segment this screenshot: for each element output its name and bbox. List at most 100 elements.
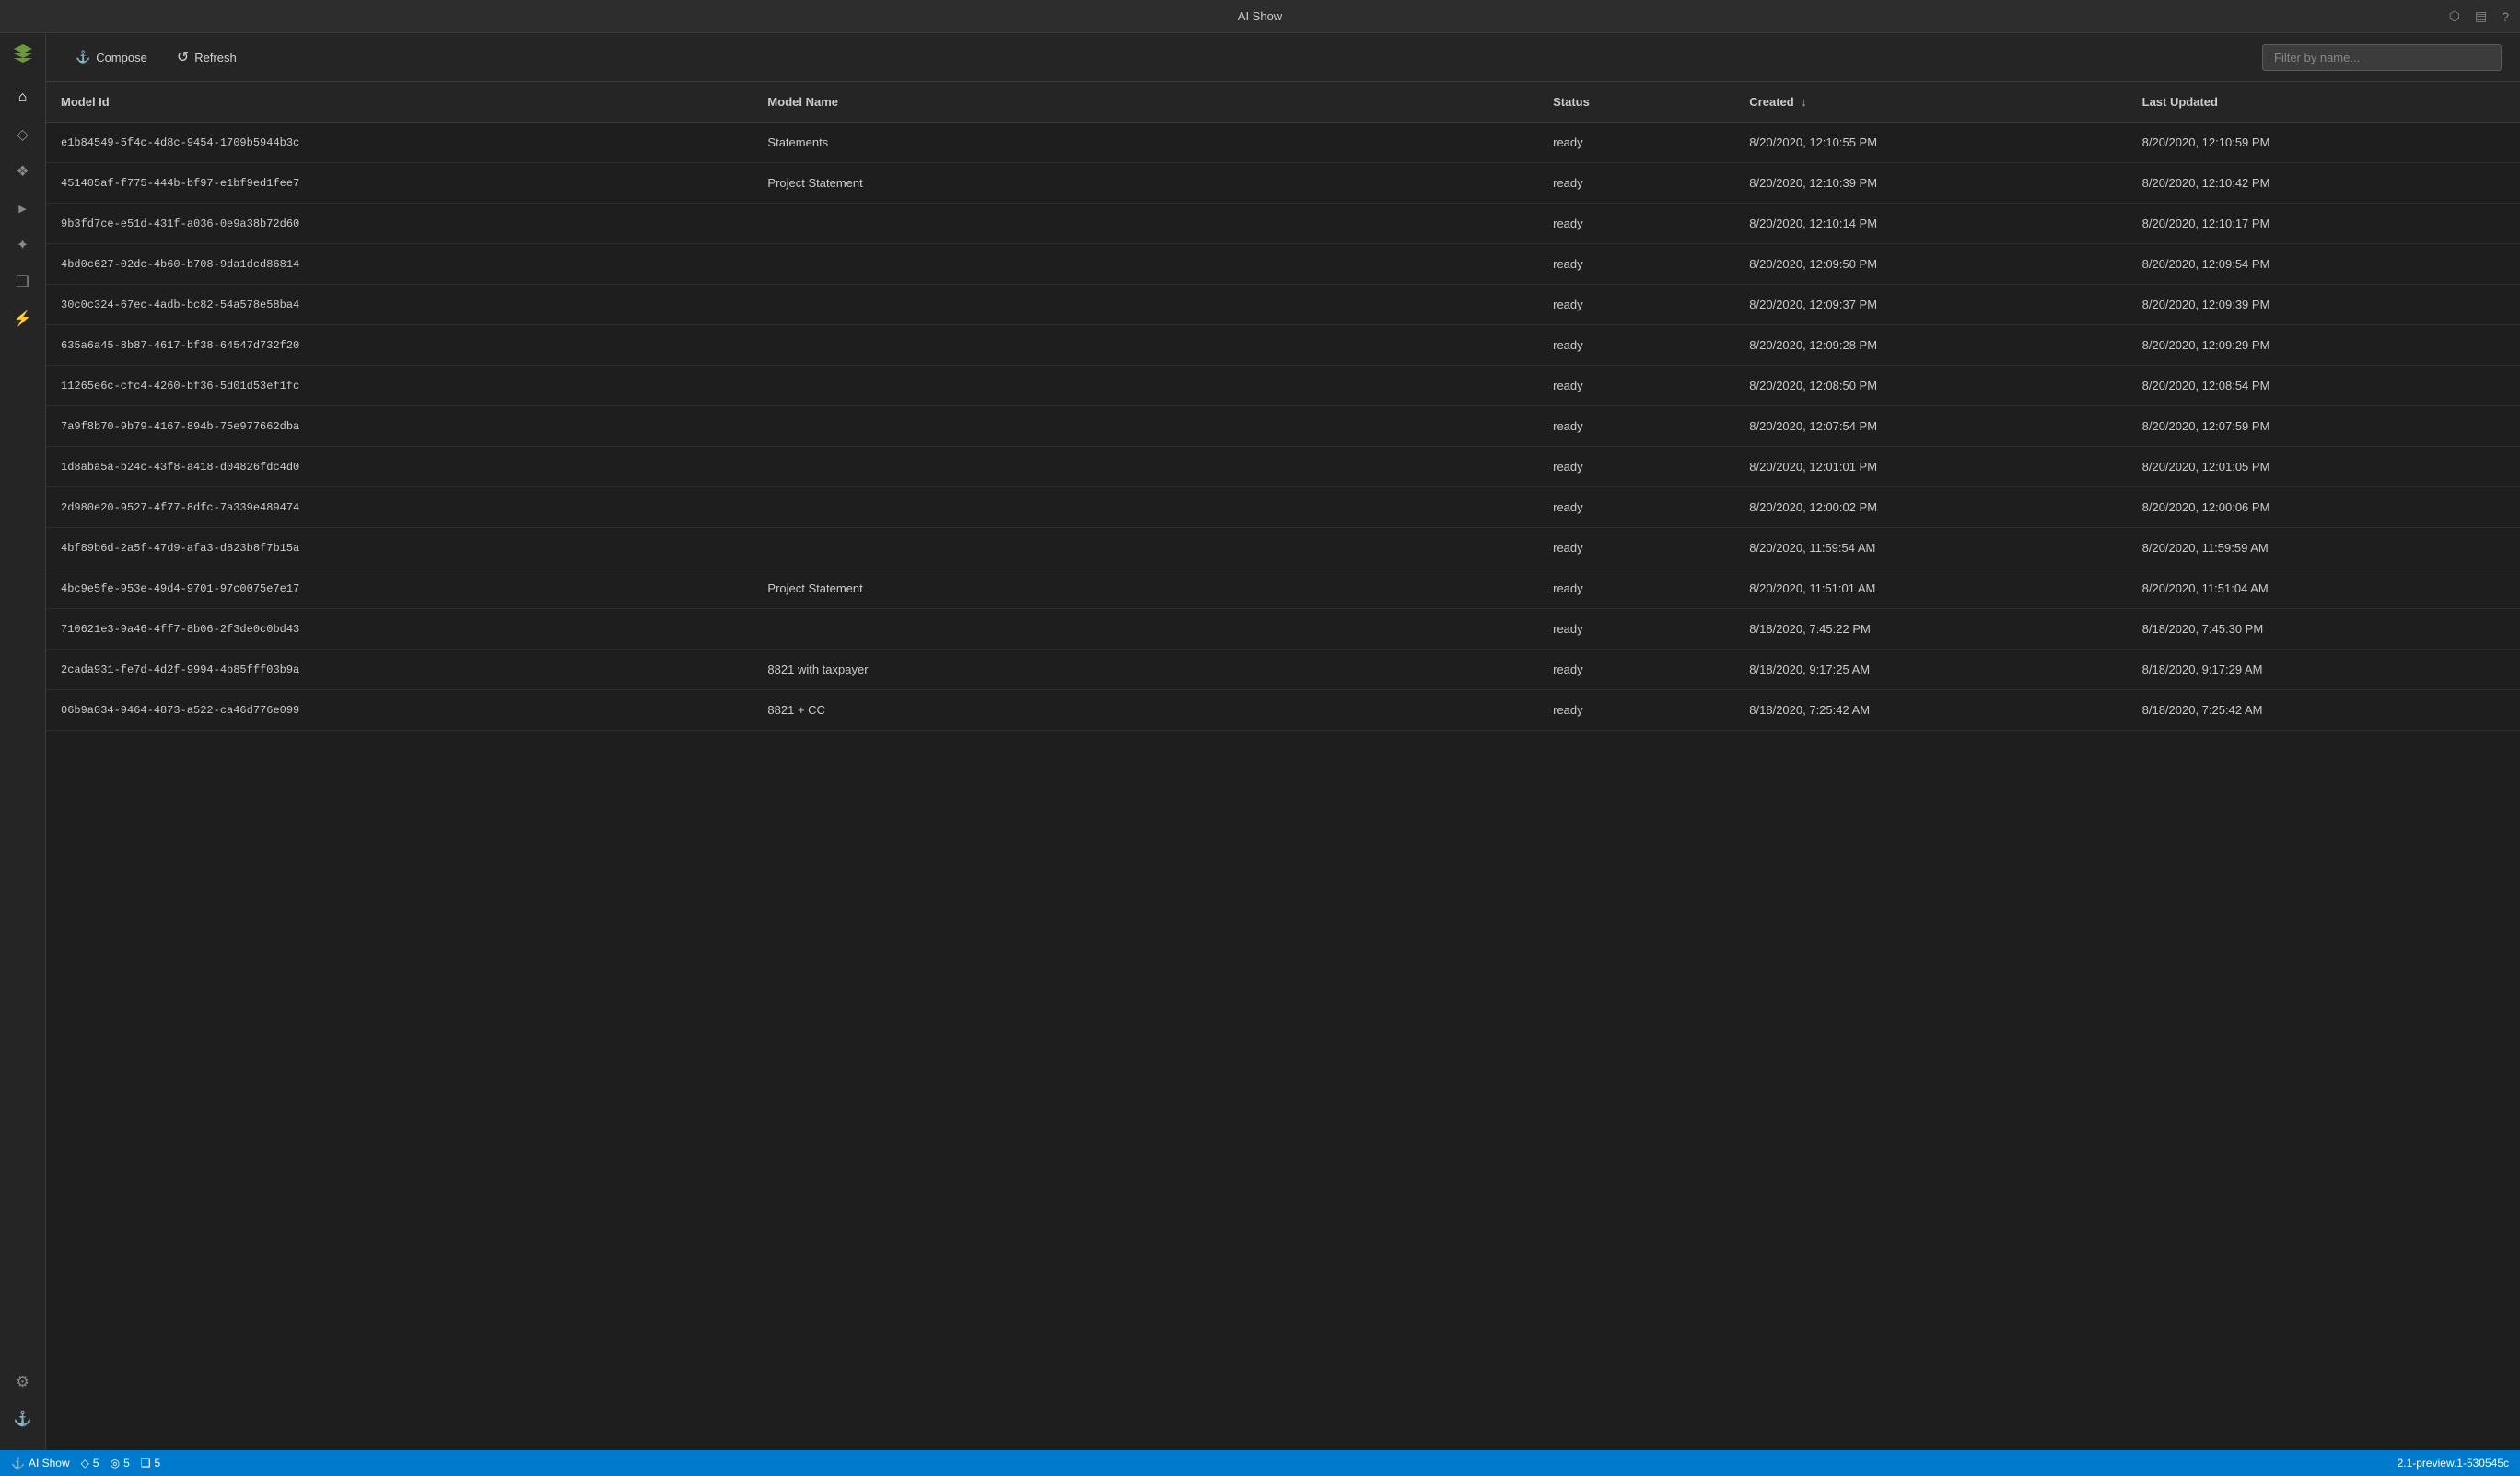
status-count1[interactable]: ◇ 5 [81,1457,99,1470]
cell-created: 8/20/2020, 12:09:37 PM [1734,285,2127,325]
cell-model-name [752,528,1538,568]
filter-input[interactable] [2262,44,2502,71]
table-row[interactable]: 1d8aba5a-b24c-43f8-a418-d04826fdc4d0 read… [46,447,2520,487]
compose-button[interactable]: ⚓ Compose [64,44,158,70]
cell-status: ready [1538,487,1734,528]
cell-created: 8/20/2020, 12:01:01 PM [1734,447,2127,487]
cell-last-updated: 8/20/2020, 12:09:54 PM [2128,244,2520,285]
cell-last-updated: 8/20/2020, 12:09:29 PM [2128,325,2520,366]
status-app-name[interactable]: ⚓ AI Show [11,1457,70,1470]
home-icon: ⌂ [18,89,28,106]
sidebar-item-bookmark[interactable]: ◇ [6,118,40,151]
table-row[interactable]: 2cada931-fe7d-4d2f-9994-4b85fff03b9a8821… [46,650,2520,690]
sidebar-item-home[interactable]: ⌂ [6,81,40,114]
status-person-icon: ⚓ [11,1457,25,1470]
cell-last-updated: 8/20/2020, 11:51:04 AM [2128,568,2520,609]
cell-last-updated: 8/20/2020, 12:08:54 PM [2128,366,2520,406]
table-row[interactable]: 30c0c324-67ec-4adb-bc82-54a578e58ba4 read… [46,285,2520,325]
table-row[interactable]: 4bc9e5fe-953e-49d4-9701-97c0075e7e17Proj… [46,568,2520,609]
cell-model-name: Project Statement [752,163,1538,204]
cell-status: ready [1538,650,1734,690]
table-row[interactable]: 2d980e20-9527-4f77-8dfc-7a339e489474read… [46,487,2520,528]
status-count3[interactable]: ❑ 5 [141,1457,160,1470]
cell-status: ready [1538,447,1734,487]
cell-created: 8/18/2020, 7:25:42 AM [1734,690,2127,731]
table-row[interactable]: 451405af-f775-444b-bf97-e1bf9ed1fee7Proj… [46,163,2520,204]
sort-desc-icon: ↓ [1801,95,1807,109]
help-icon[interactable]: ? [2502,9,2509,24]
sidebar-item-plug[interactable]: ⚡ [6,302,40,335]
cell-created: 8/20/2020, 12:08:50 PM [1734,366,2127,406]
col-header-created[interactable]: Created ↓ [1734,82,2127,123]
cell-status: ready [1538,568,1734,609]
cell-model-id: 1d8aba5a-b24c-43f8-a418-d04826fdc4d0 [46,447,752,487]
panel-icon[interactable]: ▤ [2475,8,2487,24]
cell-model-id: 06b9a034-9464-4873-a522-ca46d776e099 [46,690,752,731]
cell-model-name [752,244,1538,285]
sidebar-item-person[interactable]: ⚓ [6,1402,40,1435]
table-row[interactable]: 7a9f8b70-9b79-4167-894b-75e977662dbaread… [46,406,2520,447]
cell-model-name [752,487,1538,528]
cell-model-id: 451405af-f775-444b-bf97-e1bf9ed1fee7 [46,163,752,204]
app-body: ⌂ ◇ ❖ ▶ ✦ ❑ ⚡ ⚙ [0,33,2520,1450]
status-version: 2.1-preview.1-530545c [2398,1457,2509,1470]
run-icon: ▶ [18,203,26,215]
model-table-container[interactable]: Model Id Model Name Status Created ↓ [46,82,2520,1450]
share-icon[interactable]: ⬡ [2449,8,2460,24]
table-row[interactable]: 710621e3-9a46-4ff7-8b06-2f3de0c0bd43 read… [46,609,2520,650]
sidebar-item-bulb[interactable]: ✦ [6,228,40,262]
cell-model-name [752,366,1538,406]
cell-status: ready [1538,325,1734,366]
cell-model-name: 8821 + CC [752,690,1538,731]
cell-status: ready [1538,123,1734,163]
cell-last-updated: 8/18/2020, 7:45:30 PM [2128,609,2520,650]
layers-icon: ❖ [16,162,29,181]
table-row[interactable]: 635a6a45-8b87-4617-bf38-64547d732f20read… [46,325,2520,366]
compose-icon: ⚓ [76,50,90,64]
cell-model-name [752,447,1538,487]
status-count2[interactable]: ◎ 5 [111,1457,130,1470]
col-header-status: Status [1538,82,1734,123]
cell-model-id: 4bd0c627-02dc-4b60-b708-9da1dcd86814 [46,244,752,285]
cell-model-name [752,285,1538,325]
table-row[interactable]: 06b9a034-9464-4873-a522-ca46d776e0998821… [46,690,2520,731]
cell-model-id: 710621e3-9a46-4ff7-8b06-2f3de0c0bd43 [46,609,752,650]
sidebar-item-settings[interactable]: ⚙ [6,1365,40,1399]
cell-model-id: e1b84549-5f4c-4d8c-9454-1709b5944b3c [46,123,752,163]
cell-status: ready [1538,690,1734,731]
table-row[interactable]: 4bf89b6d-2a5f-47d9-afa3-d823b8f7b15aread… [46,528,2520,568]
col-header-last-updated: Last Updated [2128,82,2520,123]
cell-model-name: Project Statement [752,568,1538,609]
status-bar-left: ⚓ AI Show ◇ 5 ◎ 5 ❑ 5 [11,1457,160,1470]
cell-model-name [752,325,1538,366]
table-row[interactable]: 11265e6c-cfc4-4260-bf36-5d01d53ef1fc read… [46,366,2520,406]
cell-status: ready [1538,609,1734,650]
gear-icon: ⚙ [16,1373,29,1391]
cell-created: 8/20/2020, 12:10:39 PM [1734,163,2127,204]
table-row[interactable]: e1b84549-5f4c-4d8c-9454-1709b5944b3cStat… [46,123,2520,163]
sidebar-item-doc[interactable]: ❑ [6,265,40,299]
cell-last-updated: 8/20/2020, 12:10:17 PM [2128,204,2520,244]
toolbar: ⚓ Compose ↺ Refresh [46,33,2520,82]
cell-status: ready [1538,366,1734,406]
refresh-button[interactable]: ↺ Refresh [166,42,248,72]
cell-model-id: 11265e6c-cfc4-4260-bf36-5d01d53ef1fc [46,366,752,406]
sidebar: ⌂ ◇ ❖ ▶ ✦ ❑ ⚡ ⚙ [0,33,46,1450]
cell-created: 8/20/2020, 12:07:54 PM [1734,406,2127,447]
table-row[interactable]: 4bd0c627-02dc-4b60-b708-9da1dcd86814read… [46,244,2520,285]
sidebar-item-run[interactable]: ▶ [6,192,40,225]
col-header-model-id: Model Id [46,82,752,123]
cell-model-id: 9b3fd7ce-e51d-431f-a036-0e9a38b72d60 [46,204,752,244]
sidebar-item-layers[interactable]: ❖ [6,155,40,188]
status-bookmark-icon: ◇ [81,1457,89,1470]
cell-model-id: 2cada931-fe7d-4d2f-9994-4b85fff03b9a [46,650,752,690]
cell-model-name [752,204,1538,244]
cell-model-id: 4bf89b6d-2a5f-47d9-afa3-d823b8f7b15a [46,528,752,568]
model-table: Model Id Model Name Status Created ↓ [46,82,2520,731]
table-row[interactable]: 9b3fd7ce-e51d-431f-a036-0e9a38b72d60read… [46,204,2520,244]
cell-model-id: 30c0c324-67ec-4adb-bc82-54a578e58ba4 [46,285,752,325]
cell-created: 8/18/2020, 7:45:22 PM [1734,609,2127,650]
cell-status: ready [1538,285,1734,325]
cell-created: 8/20/2020, 11:59:54 AM [1734,528,2127,568]
cell-created: 8/18/2020, 9:17:25 AM [1734,650,2127,690]
